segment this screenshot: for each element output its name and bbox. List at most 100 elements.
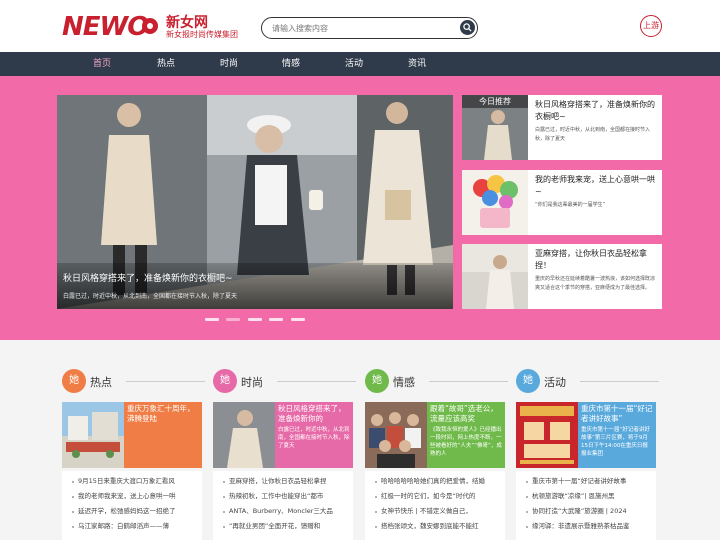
search-button[interactable] (460, 20, 475, 35)
feature-image (213, 402, 275, 468)
slider-dot-3[interactable] (248, 318, 262, 321)
logo-dot-icon (142, 18, 158, 34)
section-badge: 她 (213, 369, 237, 393)
feature-poster (516, 402, 578, 468)
search-box (261, 17, 478, 39)
today-card[interactable]: 我的老师我来宠，送上心意哄一哄~ “你们是我这辈最美的一届学生” (462, 170, 662, 235)
list-item[interactable]: 哈哈哈哈哈哈她们真的把爱情，结婚 (365, 474, 505, 489)
feature-desc: 白露已过，时近中秋，从北到南，全国都在接时节入秋，除了夏天 (278, 427, 350, 449)
site-logo[interactable]: NEWO 新女网 新女报时尚传媒集团 (62, 10, 238, 44)
list-item[interactable]: 杭顿旅游联“凉缘”| 恩施州黑 (516, 489, 656, 504)
section-events: 她 活动 重庆市第十一届“好记者讲好故事” 重庆市第十一届“好记者讲好故事”第三… (516, 369, 659, 540)
nav-item-home[interactable]: 首页 (84, 52, 120, 76)
nav-item-news[interactable]: 资讯 (399, 52, 435, 76)
feature-text-box: 跟着“故哥”选老公，流量应该高奖 《致我永恒的爱人》已经播出一段时间，网上热度不… (427, 402, 505, 468)
section-divider (277, 381, 356, 382)
slider-dot-5[interactable] (291, 318, 305, 321)
nav-item-emotion[interactable]: 情感 (273, 52, 309, 76)
list-item[interactable]: “再就业男团”全面开花，馈赠和 (213, 519, 353, 534)
today-card-title[interactable]: 我的老师我来宠，送上心意哄一哄~ (535, 174, 659, 198)
feature-title[interactable]: 重庆万象汇十周年，沸腾登陆 (127, 404, 199, 424)
feature-text-box: 重庆市第十一届“好记者讲好故事” 重庆市第十一届“好记者讲好故事”第三片区赛，将… (578, 402, 656, 468)
feature-photo (62, 402, 124, 468)
section-list: 亚麻穿搭，让你秋日衣品轻松拿捏 热辣初秋，工作中也能穿出“都市 ANTA、Bur… (213, 471, 353, 540)
section-divider (580, 381, 659, 382)
section-feature[interactable]: 秋日风格穿搭来了，准备焕新你的 白露已过，时近中秋，从北到南，全国都在接时节入秋… (213, 402, 353, 468)
search-icon (463, 23, 472, 32)
section-list: 重庆市第十一届“好记者讲好故事 杭顿旅游联“凉缘”| 恩施州黑 协同打造“大武隆… (516, 471, 656, 540)
feature-title[interactable]: 重庆市第十一届“好记者讲好故事” (581, 404, 653, 424)
seal-logo-icon[interactable]: 上游 (640, 15, 662, 37)
list-item[interactable]: 热辣初秋，工作中也能穿出“都市 (213, 489, 353, 504)
page: NEWO 新女网 新女报时尚传媒集团 上游 首页 热点 时尚 情感 活动 资讯 (0, 0, 720, 540)
nav-item-fashion[interactable]: 时尚 (211, 52, 247, 76)
feature-title[interactable]: 秋日风格穿搭来了，准备焕新你的 (278, 404, 350, 424)
section-title[interactable]: 热点 (90, 374, 112, 390)
section-badge: 她 (516, 369, 540, 393)
today-badge: 今日推荐 (462, 95, 528, 108)
section-divider (429, 381, 508, 382)
today-card-title[interactable]: 亚麻穿搭，让你秋日衣品轻松拿捏！ (535, 248, 659, 272)
slide-title[interactable]: 秋日风格穿搭来了，准备焕新你的衣橱吧~ (63, 271, 233, 284)
slider-dot-2[interactable] (226, 318, 240, 321)
feature-desc: 《致我永恒的爱人》已经播出一段时间，网上热度不断，一些被看好的“人夫”“佛哥”，… (430, 427, 502, 457)
feature-desc: 重庆市第十一届“好记者讲好故事”第三片区赛，将于9月15日下午14:00在重庆日… (581, 427, 650, 457)
section-header: 她 时尚 (213, 369, 356, 393)
feature-photo (365, 402, 427, 468)
list-item[interactable]: 延迟开学，松弛感妈妈这一招绝了 (62, 504, 202, 519)
list-item[interactable]: 亚麻穿搭，让你秋日衣品轻松拿捏 (213, 474, 353, 489)
logo-subtitle: 新女报时尚传媒集团 (166, 30, 238, 39)
today-card-desc: 重庆的早秋还在延续着酷暑一波热浪，该如何选择既凉爽又适合这个季节的穿搭，亚麻便成… (535, 276, 656, 291)
logo-mark: NEWO (62, 12, 149, 42)
main-nav: 首页 热点 时尚 情感 活动 资讯 (0, 52, 720, 76)
section-title[interactable]: 活动 (544, 374, 566, 390)
section-header: 她 热点 (62, 369, 205, 393)
section-title[interactable]: 情感 (393, 374, 415, 390)
search-input[interactable] (272, 21, 452, 35)
feature-text-box: 秋日风格穿搭来了，准备焕新你的 白露已过，时近中秋，从北到南，全国都在接时节入秋… (275, 402, 353, 468)
slider-dot-1[interactable] (205, 318, 219, 321)
today-card[interactable]: 亚麻穿搭，让你秋日衣品轻松拿捏！ 重庆的早秋还在延续着酷暑一波热浪，该如何选择既… (462, 244, 662, 309)
today-thumb: 今日推荐 (462, 95, 528, 160)
list-item[interactable]: 乌江家邮路：白鹤邮滔声——薄 (62, 519, 202, 534)
list-item[interactable]: 缘河驿：非遗展示暨雅熟茶枯品鉴 (516, 519, 656, 534)
list-item[interactable]: ANTA、Burberry、Moncler三大品 (213, 504, 353, 519)
nav-item-events[interactable]: 活动 (336, 52, 372, 76)
section-title[interactable]: 时尚 (241, 374, 263, 390)
section-feature[interactable]: 重庆万象汇十周年，沸腾登陆 (62, 402, 202, 468)
feature-photo (213, 402, 275, 468)
today-card-desc: “你们是我这辈最美的一届学生” (535, 202, 606, 208)
banner: 秋日风格穿搭来了，准备焕新你的衣橱吧~ 白露已过，时近中秋，从北到南，全国都在接… (0, 76, 720, 340)
slide-desc: 白露已过，时近中秋，从北到南，全国都在接时节入秋，除了夏天 (63, 293, 238, 300)
nav-item-hot[interactable]: 热点 (148, 52, 184, 76)
list-item[interactable]: 女神节快乐 | 不错定义做自己， (365, 504, 505, 519)
list-item[interactable]: 搭档张颂文，魏安娜到底能不能红 (365, 519, 505, 534)
today-thumb-image (462, 170, 528, 235)
today-recommend: 今日推荐 秋日风格穿搭来了，准备焕新你的衣橱吧~ 白露已过，时近中秋，从北到南，… (462, 95, 662, 309)
list-item[interactable]: 红极一时的它们，如今是“时代的 (365, 489, 505, 504)
today-thumb (462, 244, 528, 309)
feature-title[interactable]: 跟着“故哥”选老公，流量应该高奖 (430, 404, 502, 424)
category-sections: 她 热点 重庆万象汇十周年，沸腾登陆 9月15日来重庆大渡口万象汇看风 我的老师… (0, 340, 720, 540)
list-item[interactable]: 我的老师我来宠，送上心意哄一哄 (62, 489, 202, 504)
header: NEWO 新女网 新女报时尚传媒集团 上游 (0, 0, 720, 52)
today-card-title[interactable]: 秋日风格穿搭来了，准备焕新你的衣橱吧~ (535, 99, 659, 123)
slider-dot-4[interactable] (269, 318, 283, 321)
section-list: 哈哈哈哈哈哈她们真的把爱情，结婚 红极一时的它们，如今是“时代的 女神节快乐 |… (365, 471, 505, 540)
feature-image (365, 402, 427, 468)
section-header: 她 活动 (516, 369, 659, 393)
feature-image (62, 402, 124, 468)
list-item[interactable]: 9月15日来重庆大渡口万象汇看风 (62, 474, 202, 489)
section-hot: 她 热点 重庆万象汇十周年，沸腾登陆 9月15日来重庆大渡口万象汇看风 我的老师… (62, 369, 205, 540)
today-card[interactable]: 今日推荐 秋日风格穿搭来了，准备焕新你的衣橱吧~ 白露已过，时近中秋，从北到南，… (462, 95, 662, 160)
seal-text: 上游 (643, 21, 659, 30)
section-list: 9月15日来重庆大渡口万象汇看风 我的老师我来宠，送上心意哄一哄 延迟开学，松弛… (62, 471, 202, 540)
list-item[interactable]: 协同打造“大武隆”旅游圈 | 2024 (516, 504, 656, 519)
section-feature[interactable]: 跟着“故哥”选老公，流量应该高奖 《致我永恒的爱人》已经播出一段时间，网上热度不… (365, 402, 505, 468)
section-feature[interactable]: 重庆市第十一届“好记者讲好故事” 重庆市第十一届“好记者讲好故事”第三片区赛，将… (516, 402, 656, 468)
today-thumb (462, 170, 528, 235)
list-item[interactable]: 重庆市第十一届“好记者讲好故事 (516, 474, 656, 489)
featured-slider[interactable]: 秋日风格穿搭来了，准备焕新你的衣橱吧~ 白露已过，时近中秋，从北到南，全国都在接… (57, 95, 453, 309)
section-badge: 她 (62, 369, 86, 393)
section-fashion: 她 时尚 秋日风格穿搭来了，准备焕新你的 白露已过，时近中秋，从北到南，全国都在… (213, 369, 356, 540)
